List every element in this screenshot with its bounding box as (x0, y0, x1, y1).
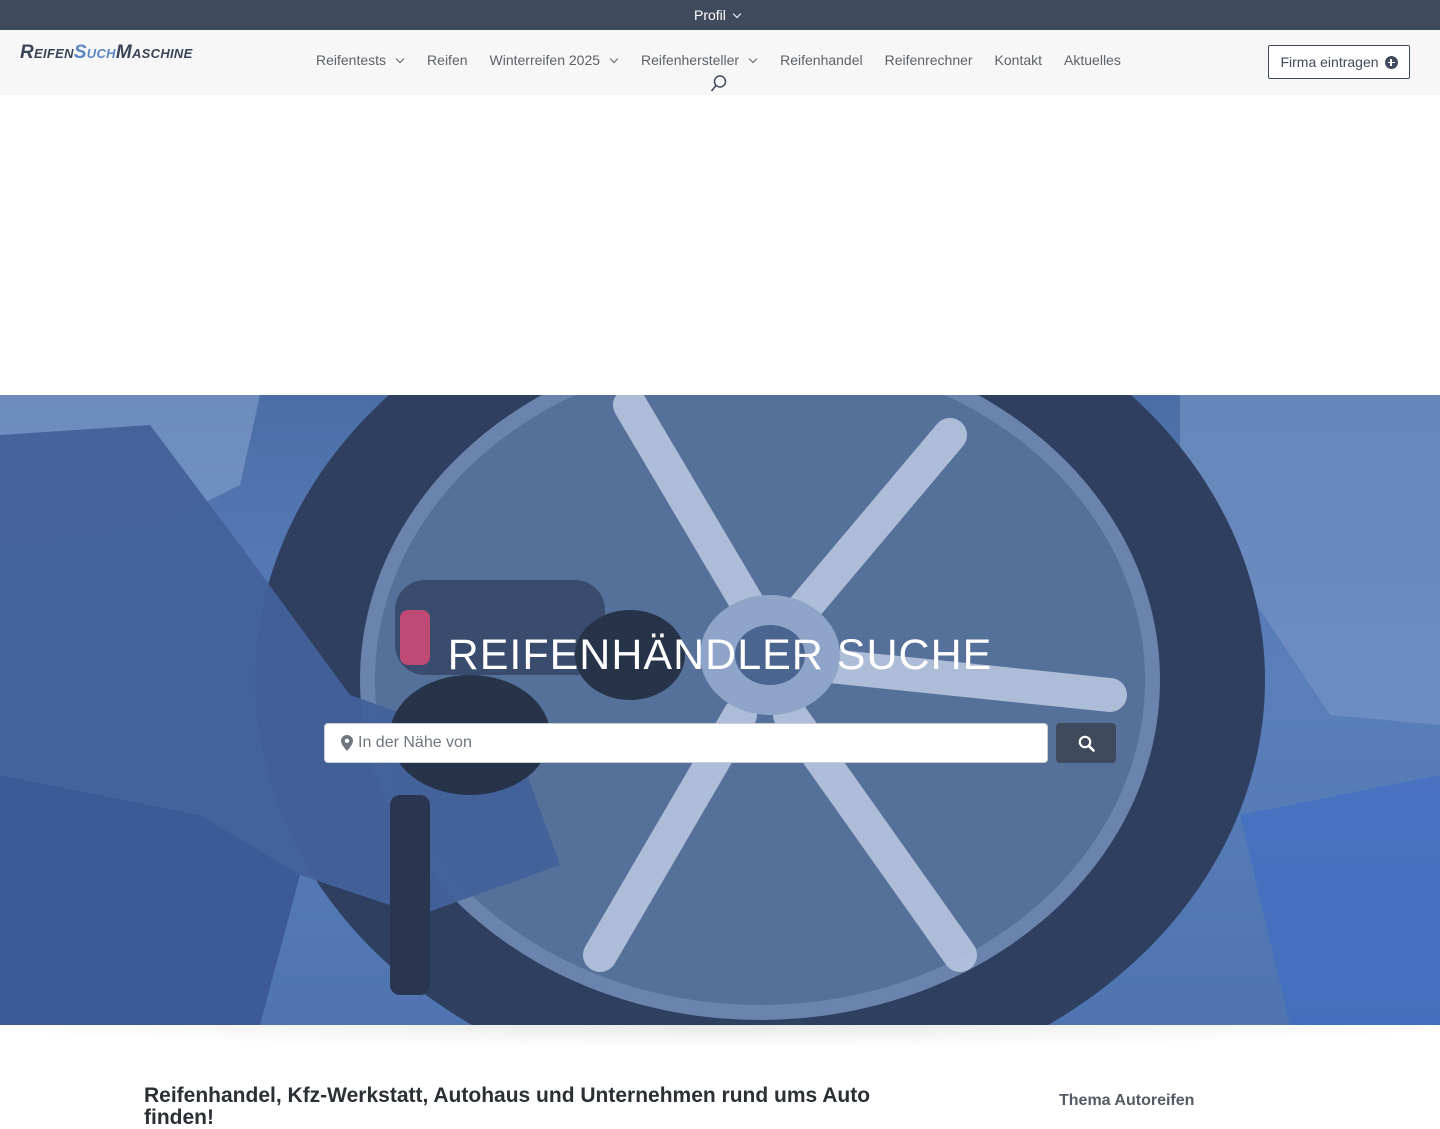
chevron-down-icon (609, 54, 619, 63)
nav-label: Winterreifen 2025 (489, 52, 601, 68)
chevron-down-icon (732, 9, 742, 18)
profil-label: Profil (694, 7, 726, 23)
nav-label: Reifen (427, 52, 468, 68)
search-icon[interactable] (710, 74, 728, 94)
site-header: ReifenSuchMaschine Reifentests Reifen Wi… (0, 30, 1440, 95)
nav-item-reifenhandel[interactable]: Reifenhandel (780, 52, 863, 68)
plus-circle-icon (1384, 55, 1398, 69)
map-pin-icon (341, 735, 353, 751)
nav-label: Reifenhersteller (641, 52, 740, 68)
location-search-input[interactable]: In der Nähe von (324, 723, 1048, 763)
ad-space (0, 95, 1440, 395)
section-divider-shadow (0, 1025, 1440, 1047)
nav-label: Kontakt (994, 52, 1043, 68)
nav-label: Reifenrechner (884, 52, 973, 68)
nav-item-reifenhersteller[interactable]: Reifenhersteller (641, 52, 758, 68)
logo-text-reifen: Reifen (20, 42, 74, 63)
firma-eintragen-button[interactable]: Firma eintragen (1268, 45, 1410, 79)
site-logo[interactable]: ReifenSuchMaschine (20, 42, 193, 64)
nav-item-reifen[interactable]: Reifen (427, 52, 467, 68)
main-nav: Reifentests Reifen Winterreifen 2025 Rei… (316, 52, 1121, 68)
nav-label: Reifenhandel (780, 52, 863, 68)
search-button[interactable] (1056, 723, 1116, 763)
hero-title: REIFENHÄNDLER SUCHE (447, 631, 993, 679)
magnifier-icon (1078, 735, 1095, 752)
nav-item-aktuelles[interactable]: Aktuelles (1064, 52, 1121, 68)
hero-background-image (0, 395, 1440, 1025)
logo-text-such: Such (73, 42, 116, 63)
nav-item-reifentests[interactable]: Reifentests (316, 52, 405, 68)
hero-section: REIFENHÄNDLER SUCHE In der Nähe von (0, 395, 1440, 1025)
search-placeholder: In der Nähe von (358, 734, 472, 751)
page-title: Reifenhandel, Kfz-Werkstatt, Autohaus un… (144, 1084, 871, 1129)
nav-label: Reifentests (316, 52, 387, 68)
top-bar: Profil (0, 0, 1440, 30)
chevron-down-icon (748, 54, 758, 63)
nav-item-kontakt[interactable]: Kontakt (995, 52, 1042, 68)
nav-item-winterreifen[interactable]: Winterreifen 2025 (489, 52, 619, 68)
nav-item-reifenrechner[interactable]: Reifenrechner (885, 52, 973, 68)
firma-eintragen-label: Firma eintragen (1280, 54, 1379, 70)
nav-label: Aktuelles (1064, 52, 1121, 68)
logo-text-maschine: Maschine (115, 42, 193, 63)
sidebar-title: Thema Autoreifen (1059, 1092, 1195, 1109)
profil-menu[interactable]: Profil (694, 7, 742, 23)
chevron-down-icon (395, 54, 405, 63)
